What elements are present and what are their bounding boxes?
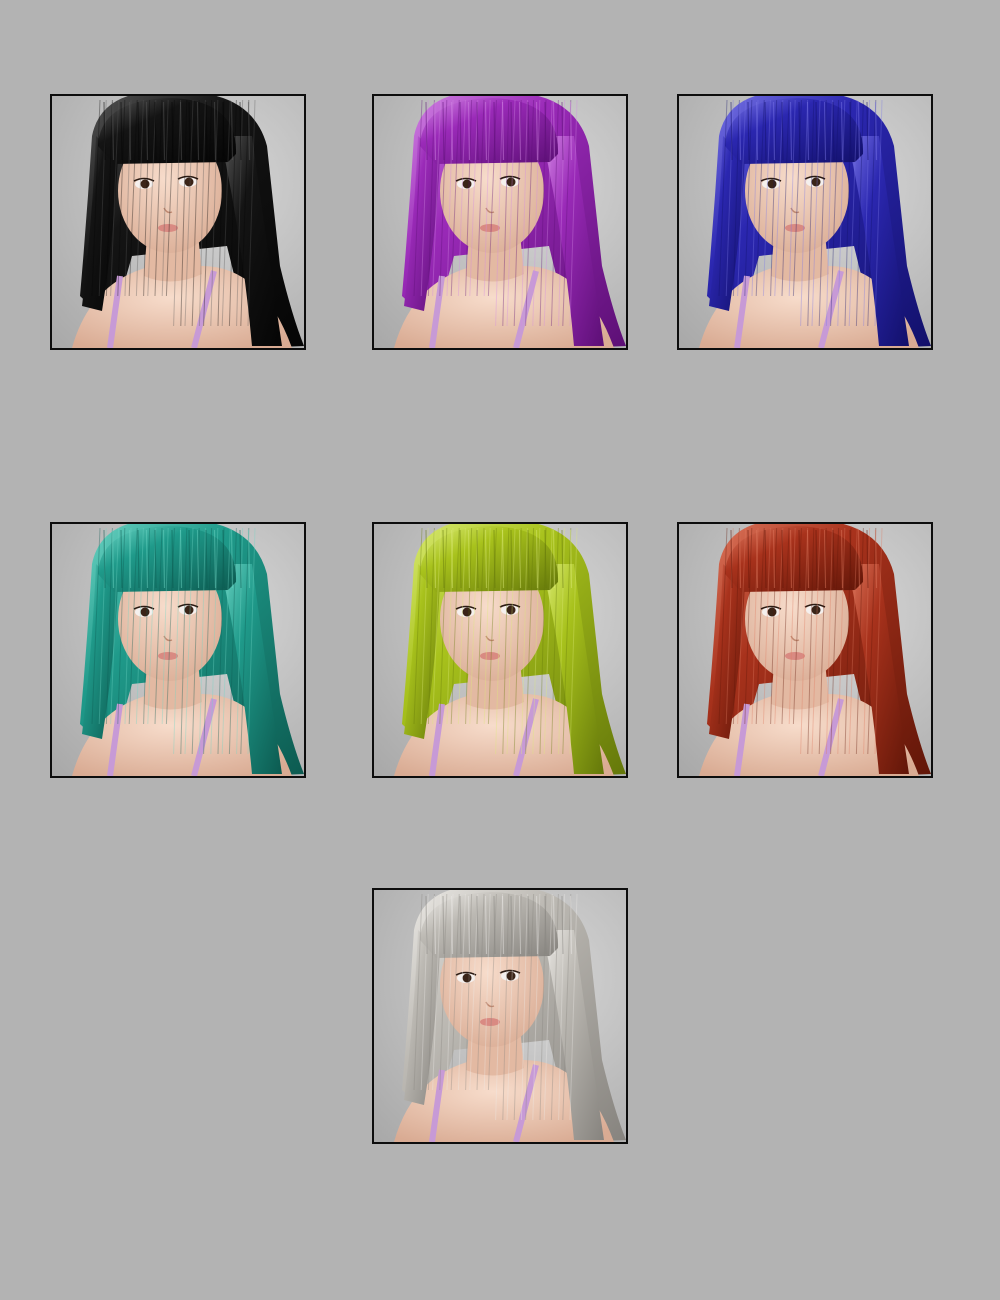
lips	[480, 224, 500, 232]
hair-swatch-blue	[677, 94, 933, 350]
lips	[158, 224, 178, 232]
iris-left	[140, 607, 150, 617]
portrait-image	[52, 96, 304, 348]
hair-swatch-black	[50, 94, 306, 350]
iris-left	[140, 179, 150, 189]
portrait-image	[374, 96, 626, 348]
iris-left	[767, 607, 777, 617]
iris-right	[184, 177, 194, 187]
hair-swatch-red	[677, 522, 933, 778]
lips	[480, 652, 500, 660]
iris-right	[184, 605, 194, 615]
iris-right	[506, 177, 516, 187]
portrait-image	[679, 524, 931, 776]
hair-swatch-teal	[50, 522, 306, 778]
iris-left	[462, 607, 472, 617]
portrait-image	[52, 524, 304, 776]
hair-swatch-purple	[372, 94, 628, 350]
iris-left	[462, 973, 472, 983]
iris-left	[462, 179, 472, 189]
iris-right	[811, 605, 821, 615]
lips	[785, 224, 805, 232]
portrait-image	[679, 96, 931, 348]
page-background: { "colors": { "page_background": "#b3b3b…	[0, 0, 1000, 1300]
hair-swatch-lime	[372, 522, 628, 778]
iris-right	[506, 971, 516, 981]
lips	[158, 652, 178, 660]
lips	[785, 652, 805, 660]
portrait-image	[374, 890, 626, 1142]
iris-left	[767, 179, 777, 189]
iris-right	[506, 605, 516, 615]
hair-swatch-silver	[372, 888, 628, 1144]
portrait-image	[374, 524, 626, 776]
lips	[480, 1018, 500, 1026]
iris-right	[811, 177, 821, 187]
